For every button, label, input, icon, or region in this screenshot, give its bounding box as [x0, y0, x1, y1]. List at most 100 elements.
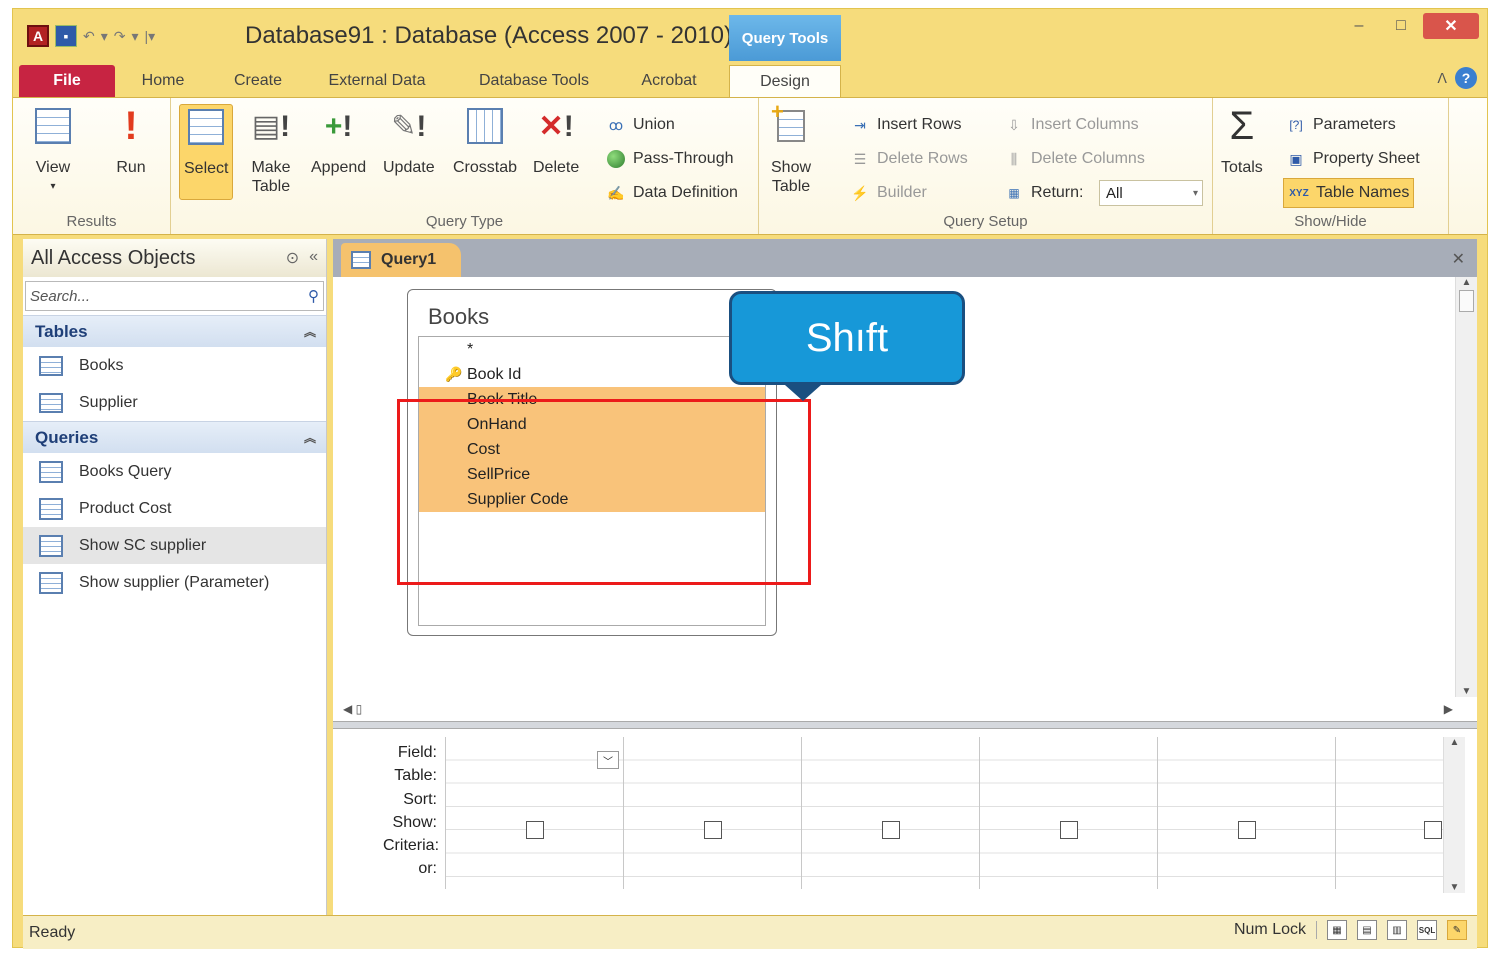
show-checkbox[interactable]: [704, 821, 722, 839]
parameters-button[interactable]: [?] Parameters: [1285, 112, 1395, 138]
redo-icon[interactable]: ↷: [114, 28, 126, 45]
grid-column[interactable]: [1335, 737, 1453, 889]
tab-external-data[interactable]: External Data: [317, 65, 437, 97]
search-icon[interactable]: ⚲: [308, 287, 319, 305]
insert-columns-button[interactable]: ⇩ Insert Columns: [1003, 112, 1138, 138]
grid-column[interactable]: [623, 737, 801, 889]
grid-row-label: or:: [418, 860, 437, 878]
run-button[interactable]: ! Run: [111, 104, 151, 177]
maximize-button[interactable]: □: [1381, 13, 1421, 39]
table-pane-vertical-scrollbar[interactable]: ▲ ▼: [1455, 277, 1477, 697]
minimize-button[interactable]: ‒: [1339, 13, 1379, 39]
sql-view-icon[interactable]: SQL: [1417, 920, 1437, 940]
chevron-down-icon: ▾: [1192, 187, 1198, 199]
tab-file[interactable]: File: [19, 65, 115, 97]
nav-item-show-sc-supplier[interactable]: Show SC supplier: [23, 527, 326, 564]
append-button[interactable]: +! Append: [311, 104, 366, 177]
redo-dropdown-icon[interactable]: ▾: [132, 28, 139, 45]
nav-item-product-cost[interactable]: Product Cost: [23, 490, 326, 527]
tab-home[interactable]: Home: [133, 65, 193, 97]
nav-menu-chevron-icon[interactable]: ⊙: [286, 248, 299, 268]
tab-create[interactable]: Create: [225, 65, 291, 97]
nav-section-tables[interactable]: Tables ︽: [23, 315, 326, 347]
delete-query-button[interactable]: ✕! Delete: [533, 104, 579, 177]
undo-icon[interactable]: ↶: [83, 28, 95, 45]
make-table-button[interactable]: ▤! Make Table: [251, 104, 291, 196]
collapse-section-icon[interactable]: ︽: [304, 429, 316, 446]
scroll-down-icon[interactable]: ▼: [1456, 686, 1477, 697]
nav-item-books-table[interactable]: Books: [23, 347, 326, 384]
collapse-section-icon[interactable]: ︽: [304, 323, 316, 340]
access-app-icon[interactable]: A: [27, 25, 49, 47]
scroll-up-icon[interactable]: ▲: [1444, 737, 1465, 748]
nav-item-show-supplier-parameter[interactable]: Show supplier (Parameter): [23, 564, 326, 601]
grid-row-label: Show:: [392, 813, 437, 831]
scroll-left-icon[interactable]: ◀ ▯: [343, 702, 362, 716]
field-item[interactable]: 🔑 Book Id: [419, 362, 765, 387]
delete-rows-button[interactable]: ☰ Delete Rows: [849, 146, 968, 172]
view-button[interactable]: View ▾: [33, 104, 73, 196]
totals-button[interactable]: Σ Totals: [1221, 104, 1263, 177]
nav-item-label: Show supplier (Parameter): [79, 573, 270, 591]
nav-section-queries[interactable]: Queries ︽: [23, 421, 326, 453]
show-checkbox[interactable]: [1060, 821, 1078, 839]
field-dropdown-icon[interactable]: ﹀: [597, 751, 619, 769]
grid-vertical-scrollbar[interactable]: ▲ ▼: [1443, 737, 1465, 893]
customize-qat-icon[interactable]: |▾: [145, 28, 156, 45]
show-table-button[interactable]: + Show Table: [771, 101, 811, 196]
tab-database-tools[interactable]: Database Tools: [469, 65, 599, 97]
make-table-icon: ▤!: [251, 109, 291, 143]
tab-query1[interactable]: Query1: [341, 243, 461, 277]
nav-header[interactable]: All Access Objects ⊙ «: [23, 239, 326, 277]
builder-button[interactable]: ⚡ Builder: [849, 180, 927, 206]
save-icon[interactable]: ▪: [55, 25, 77, 47]
insert-rows-button[interactable]: ⇥ Insert Rows: [849, 112, 961, 138]
minimize-ribbon-icon[interactable]: ᐱ: [1437, 70, 1447, 87]
union-button[interactable]: ꝏ Union: [605, 112, 675, 138]
collapse-pane-icon[interactable]: «: [309, 248, 318, 268]
design-view-icon[interactable]: ✎: [1447, 920, 1467, 940]
table-names-button[interactable]: XYZ Table Names: [1283, 178, 1415, 208]
select-query-button[interactable]: Select: [179, 104, 234, 200]
nav-item-books-query[interactable]: Books Query: [23, 453, 326, 490]
datasheet-view-icon[interactable]: ▦: [1327, 920, 1347, 940]
ribbon: View ▾ ! Run Results Select ▤! Make Tabl…: [13, 97, 1487, 235]
callout-pointer: [785, 385, 821, 401]
table-pane-horizontal-scrollbar[interactable]: ◀ ▯ ▶: [343, 699, 1453, 719]
scroll-thumb[interactable]: [1459, 290, 1474, 312]
pass-through-button[interactable]: Pass-Through: [605, 146, 734, 172]
show-checkbox[interactable]: [882, 821, 900, 839]
close-button[interactable]: ✕: [1423, 13, 1479, 39]
return-dropdown[interactable]: All ▾: [1099, 180, 1203, 206]
scroll-down-icon[interactable]: ▼: [1444, 882, 1465, 893]
help-icon[interactable]: ?: [1455, 67, 1477, 89]
pane-splitter[interactable]: [333, 721, 1477, 729]
field-item[interactable]: *: [419, 337, 765, 362]
grid-column[interactable]: [1157, 737, 1335, 889]
property-sheet-button[interactable]: ▣ Property Sheet: [1285, 146, 1419, 172]
tab-design[interactable]: Design: [729, 65, 841, 97]
crosstab-button[interactable]: Crosstab: [453, 104, 517, 177]
undo-dropdown-icon[interactable]: ▾: [101, 28, 108, 45]
show-checkbox[interactable]: [526, 821, 544, 839]
crosstab-icon: [467, 108, 504, 144]
query-icon: [39, 534, 63, 557]
search-input[interactable]: Search... ⚲: [25, 281, 324, 311]
nav-item-supplier-table[interactable]: Supplier: [23, 384, 326, 421]
table-names-label: Table Names: [1316, 184, 1410, 201]
scroll-up-icon[interactable]: ▲: [1456, 277, 1477, 288]
update-button[interactable]: ✎! Update: [383, 104, 435, 177]
delete-label: Delete: [533, 159, 580, 176]
delete-columns-button[interactable]: ⫼ Delete Columns: [1003, 146, 1145, 172]
data-definition-button[interactable]: ✍ Data Definition: [605, 180, 738, 206]
scroll-right-icon[interactable]: ▶: [1444, 702, 1453, 716]
grid-column[interactable]: [979, 737, 1157, 889]
tab-acrobat[interactable]: Acrobat: [631, 65, 707, 97]
pivottable-view-icon[interactable]: ▤: [1357, 920, 1377, 940]
grid-column[interactable]: [801, 737, 979, 889]
grid-column[interactable]: ﹀: [445, 737, 623, 889]
close-document-icon[interactable]: ✕: [1452, 249, 1465, 269]
show-checkbox[interactable]: [1238, 821, 1256, 839]
pivotchart-view-icon[interactable]: ▥: [1387, 920, 1407, 940]
show-checkbox[interactable]: [1424, 821, 1442, 839]
